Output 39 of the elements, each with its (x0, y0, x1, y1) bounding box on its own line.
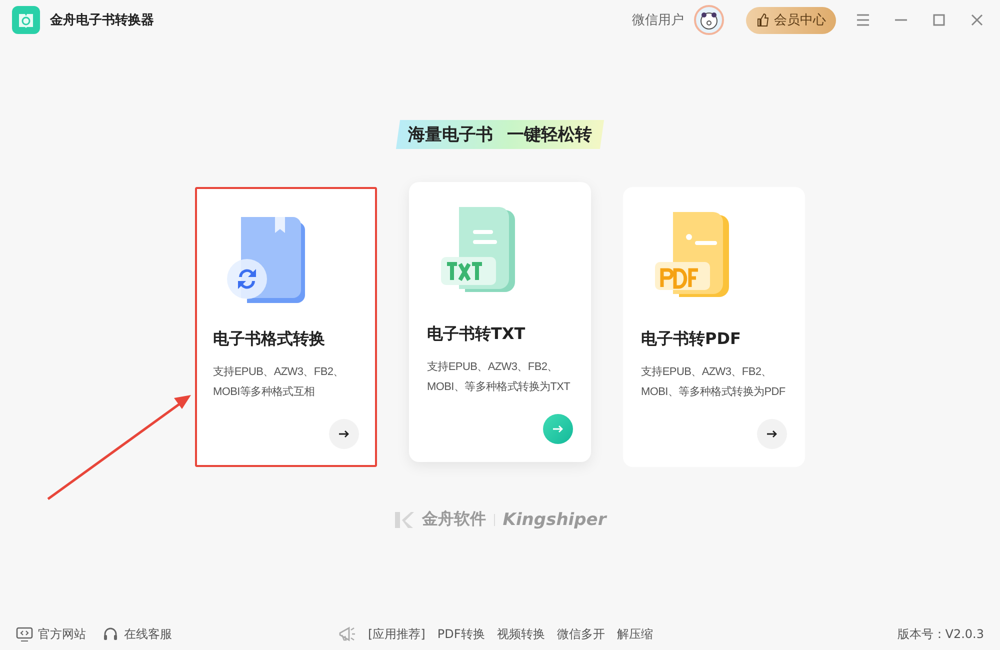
app-logo-icon (12, 6, 40, 34)
window-title: 金舟电子书转换器 (50, 12, 154, 29)
vip-center-button[interactable]: 会员中心 (746, 6, 836, 34)
recommended-app-link[interactable]: 微信多开 (556, 626, 605, 642)
tagline-text: 海量电子书 (408, 124, 493, 146)
brand-name: 金舟软件 (422, 509, 486, 530)
footer-link-label: 官方网站 (38, 626, 86, 642)
feature-card[interactable]: 电子书转TXT 支持EPUB、AZW3、FB2、MOBI、等多种格式转换为TXT (409, 182, 591, 462)
headset-icon (102, 626, 119, 642)
arrow-button[interactable] (329, 419, 359, 449)
version-label: 版本号：V2.0.3 (897, 626, 984, 642)
card-title: 电子书转TXT (427, 324, 526, 345)
card-description: 支持EPUB、AZW3、FB2、MOBI等多种格式互相 (213, 365, 345, 400)
card-description: 支持EPUB、AZW3、FB2、MOBI、等多种格式转换为TXT (427, 360, 572, 395)
user-name: 微信用户 (632, 12, 684, 29)
monitor-icon (16, 626, 33, 642)
card-title: 电子书转PDF (641, 329, 742, 350)
thumbs-up-icon (756, 13, 770, 27)
recommended-app-link[interactable]: 解压缩 (616, 626, 653, 642)
brand-logo-icon (394, 510, 414, 528)
arrow-button[interactable] (757, 419, 787, 449)
card-title: 电子书格式转换 (213, 329, 326, 350)
arrow-right-icon (338, 428, 350, 440)
recommended-app-link[interactable]: 视频转换 (496, 626, 545, 642)
footer-link[interactable]: 在线客服 (102, 626, 172, 642)
user-avatar[interactable] (694, 5, 724, 35)
brand-name: Kingshiper (502, 510, 606, 530)
tagline-text: 一键轻松转 (507, 124, 592, 146)
feature-card[interactable]: 电子书格式转换 支持EPUB、AZW3、FB2、MOBI等多种格式互相 (195, 187, 377, 467)
arrow-right-icon (766, 428, 778, 440)
recommend-label: [应用推荐] (368, 626, 426, 642)
card-description: 支持EPUB、AZW3、FB2、MOBI、等多种格式转换为PDF (641, 365, 786, 400)
recommended-app-link[interactable]: PDF转换 (437, 626, 485, 642)
footer-link[interactable]: 官方网站 (16, 626, 86, 642)
arrow-right-icon (552, 423, 564, 435)
megaphone-icon (338, 625, 356, 643)
arrow-button[interactable] (543, 414, 573, 444)
footer-link-label: 在线客服 (124, 626, 172, 642)
feature-card[interactable]: 电子书转PDF 支持EPUB、AZW3、FB2、MOBI、等多种格式转换为PDF (623, 187, 805, 467)
